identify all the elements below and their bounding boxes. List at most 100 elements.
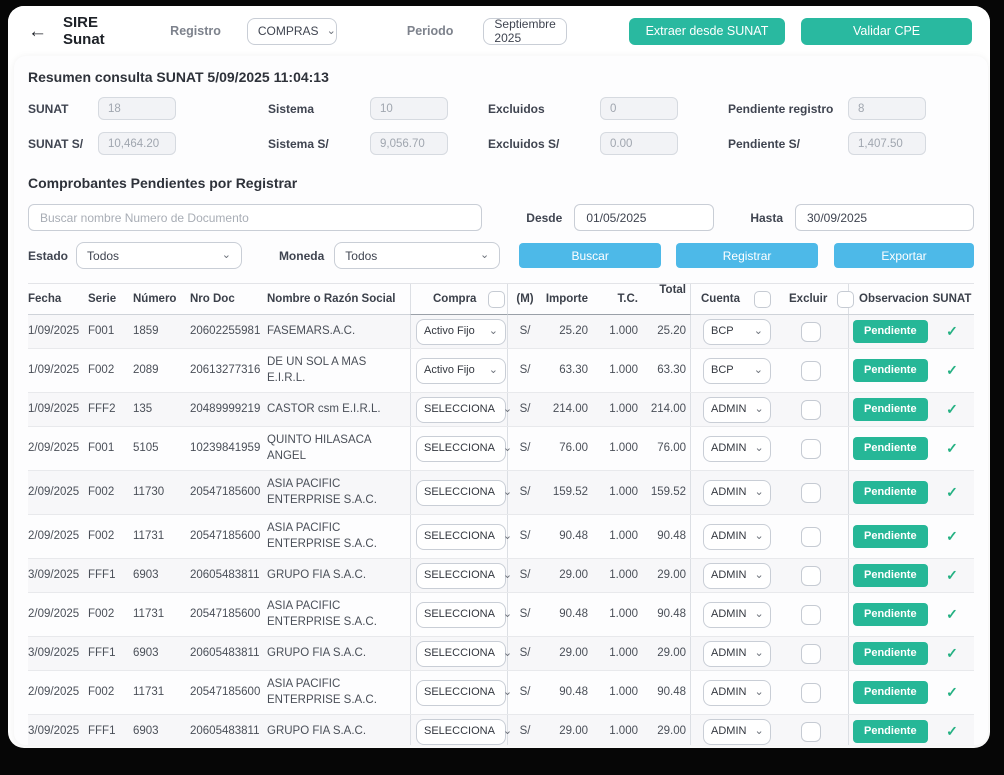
status-badge: Pendiente xyxy=(853,603,928,626)
cell-observacion: Pendiente xyxy=(849,642,928,665)
cuenta-select[interactable]: ADMIN ⌄ xyxy=(703,436,771,462)
exportar-button[interactable]: Exportar xyxy=(834,243,974,268)
cuenta-select[interactable]: ADMIN ⌄ xyxy=(703,641,771,667)
cell-numero: 135 xyxy=(133,402,190,418)
summary-label: Pendiente registro xyxy=(728,102,848,116)
summary-label: Excluidos xyxy=(488,102,600,116)
compra-select[interactable]: Activo Fijo ⌄ xyxy=(416,319,506,345)
cell-fecha: 2/09/2025 xyxy=(28,485,88,501)
cuenta-select[interactable]: ADMIN ⌄ xyxy=(703,563,771,589)
compra-select[interactable]: SELECCIONA ⌄ xyxy=(416,397,506,423)
cuenta-select[interactable]: BCP ⌄ xyxy=(703,358,771,384)
excluir-checkbox[interactable] xyxy=(801,322,821,342)
compra-select-value: SELECCIONA xyxy=(424,402,495,417)
cuenta-select-value: ADMIN xyxy=(711,441,746,456)
compra-select[interactable]: SELECCIONA ⌄ xyxy=(416,524,506,550)
search-input[interactable] xyxy=(28,204,482,231)
extraer-sunat-button[interactable]: Extraer desde SUNAT xyxy=(629,18,785,45)
chevron-down-icon: ⌄ xyxy=(754,687,763,698)
check-icon: ✓ xyxy=(928,683,976,702)
check-icon: ✓ xyxy=(928,644,976,663)
pendiente-registro-field xyxy=(848,97,926,120)
excluir-checkbox[interactable] xyxy=(801,683,821,703)
cell-nombre: FASEMARS.A.C. xyxy=(267,318,410,346)
chevron-down-icon: ⌄ xyxy=(754,365,763,376)
compra-select-value: SELECCIONA xyxy=(424,485,495,500)
compra-select[interactable]: SELECCIONA ⌄ xyxy=(416,641,506,667)
cell-observacion: Pendiente xyxy=(849,481,928,504)
cell-nro-doc: 20547185600 xyxy=(190,685,267,701)
excluir-checkbox[interactable] xyxy=(801,361,821,381)
cuenta-select[interactable]: ADMIN ⌄ xyxy=(703,524,771,550)
excluir-checkbox[interactable] xyxy=(801,644,821,664)
table-row: 1/09/2025 F002 2089 20613277316 DE UN SO… xyxy=(28,349,974,393)
excluir-checkbox[interactable] xyxy=(801,483,821,503)
chevron-down-icon: ⌄ xyxy=(480,250,489,261)
cell-excluir xyxy=(773,393,849,426)
buscar-button[interactable]: Buscar xyxy=(519,243,661,268)
excluir-checkbox[interactable] xyxy=(801,439,821,459)
cuenta-select[interactable]: ADMIN ⌄ xyxy=(703,719,771,745)
cell-total: 90.48 xyxy=(642,515,691,558)
cell-total: 25.20 xyxy=(642,315,691,348)
compra-select[interactable]: Activo Fijo ⌄ xyxy=(416,358,506,384)
registrar-button[interactable]: Registrar xyxy=(676,243,818,268)
compra-select[interactable]: SELECCIONA ⌄ xyxy=(416,480,506,506)
excluir-checkbox[interactable] xyxy=(801,566,821,586)
cuenta-select[interactable]: ADMIN ⌄ xyxy=(703,480,771,506)
cell-total: 29.00 xyxy=(642,715,691,745)
hasta-date-input[interactable] xyxy=(795,204,974,231)
cuenta-select[interactable]: BCP ⌄ xyxy=(703,319,771,345)
cell-tc: 1.000 xyxy=(592,568,642,584)
cuenta-select[interactable]: ADMIN ⌄ xyxy=(703,680,771,706)
summary-row-amounts: SUNAT S/ Sistema S/ Excluidos S/ Pendien… xyxy=(28,132,974,155)
table-row: 2/09/2025 F002 11731 20547185600 ASIA PA… xyxy=(28,671,974,715)
cell-total: 63.30 xyxy=(642,349,691,392)
status-badge: Pendiente xyxy=(853,481,928,504)
cell-tc: 1.000 xyxy=(592,607,642,623)
cell-sunat: ✓ xyxy=(928,322,976,342)
compra-select-value: SELECCIONA xyxy=(424,607,495,622)
excluir-checkbox[interactable] xyxy=(801,527,821,547)
summary-label: Excluidos S/ xyxy=(488,137,600,151)
cell-observacion: Pendiente xyxy=(849,603,928,626)
sunat-amount-field xyxy=(98,132,176,155)
periodo-field[interactable]: Septiembre 2025 xyxy=(483,18,566,45)
cell-serie: F002 xyxy=(88,685,133,701)
cuenta-select[interactable]: ADMIN ⌄ xyxy=(703,602,771,628)
cell-numero: 6903 xyxy=(133,724,190,740)
compra-select[interactable]: SELECCIONA ⌄ xyxy=(416,719,506,745)
registro-select[interactable]: COMPRAS ⌄ xyxy=(247,18,337,45)
cell-cuenta: ADMIN ⌄ xyxy=(691,641,773,667)
cell-serie: FFF1 xyxy=(88,646,133,662)
back-icon[interactable]: ← xyxy=(28,22,47,41)
registro-select-value: COMPRAS xyxy=(258,24,319,38)
moneda-select[interactable]: Todos ⌄ xyxy=(334,242,500,269)
cell-moneda: S/ xyxy=(508,529,542,545)
summary-field: SUNAT xyxy=(28,97,268,120)
cuenta-select-value: ADMIN xyxy=(711,685,746,700)
cell-serie: F002 xyxy=(88,485,133,501)
cuenta-select-all-checkbox[interactable] xyxy=(754,291,771,308)
status-badge: Pendiente xyxy=(853,681,928,704)
compra-select[interactable]: SELECCIONA ⌄ xyxy=(416,436,506,462)
desde-date-input[interactable] xyxy=(574,204,714,231)
compra-select-all-checkbox[interactable] xyxy=(488,291,505,308)
cell-numero: 11730 xyxy=(133,485,190,501)
chevron-down-icon: ⌄ xyxy=(754,570,763,581)
compra-select[interactable]: SELECCIONA ⌄ xyxy=(416,563,506,589)
estado-select[interactable]: Todos ⌄ xyxy=(76,242,242,269)
excluir-checkbox[interactable] xyxy=(801,400,821,420)
chevron-down-icon: ⌄ xyxy=(222,250,231,261)
cell-fecha: 3/09/2025 xyxy=(28,646,88,662)
validar-cpe-button[interactable]: Validar CPE xyxy=(801,18,972,45)
header-cuenta: Cuenta xyxy=(691,291,773,308)
cuenta-select[interactable]: ADMIN ⌄ xyxy=(703,397,771,423)
excluir-checkbox[interactable] xyxy=(801,605,821,625)
excluir-checkbox[interactable] xyxy=(801,722,821,742)
check-icon: ✓ xyxy=(928,722,976,741)
cell-observacion: Pendiente xyxy=(849,398,928,421)
compra-select[interactable]: SELECCIONA ⌄ xyxy=(416,680,506,706)
sistema-count-field xyxy=(370,97,448,120)
compra-select[interactable]: SELECCIONA ⌄ xyxy=(416,602,506,628)
